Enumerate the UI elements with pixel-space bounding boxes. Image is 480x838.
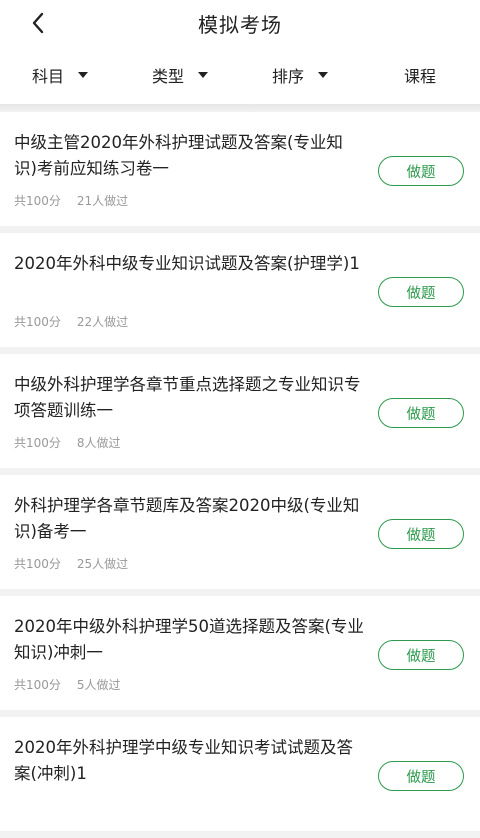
filter-course[interactable]: 课程 xyxy=(360,63,480,87)
do-exam-button[interactable]: 做题 xyxy=(378,156,464,186)
exam-title: 2020年外科中级专业知识试题及答案(护理学)1 xyxy=(14,254,360,273)
exam-card[interactable]: 2020年外科中级专业知识试题及答案(护理学)1 共100分 22人做过 做题 xyxy=(0,233,480,347)
do-exam-button[interactable]: 做题 xyxy=(378,398,464,428)
do-exam-button[interactable]: 做题 xyxy=(378,761,464,791)
do-exam-button[interactable]: 做题 xyxy=(378,277,464,307)
do-exam-button[interactable]: 做题 xyxy=(378,640,464,670)
exam-title: 2020年中级外科护理学50道选择题及答案(专业知识)冲刺一 xyxy=(14,617,364,662)
exam-card[interactable]: 2020年中级外科护理学50道选择题及答案(专业知识)冲刺一 共100分 5人做过… xyxy=(0,596,480,710)
exam-total: 共100分 xyxy=(14,194,61,208)
exam-card[interactable]: 外科护理学各章节题库及答案2020中级(专业知识)备考一 共100分 25人做过 … xyxy=(0,475,480,589)
do-exam-button[interactable]: 做题 xyxy=(378,519,464,549)
exam-meta: 共100分 22人做过 xyxy=(14,313,128,330)
page-title: 模拟考场 xyxy=(198,13,282,37)
filter-label: 排序 xyxy=(271,67,304,86)
exam-meta: 共100分 5人做过 xyxy=(14,676,121,693)
filter-label: 科目 xyxy=(31,67,64,86)
exam-list: 中级主管2020年外科护理试题及答案(专业知识)考前应知练习卷一 共100分 21… xyxy=(0,112,480,838)
caret-down-icon xyxy=(198,72,208,78)
filter-subject[interactable]: 科目 xyxy=(0,63,120,87)
exam-total: 共100分 xyxy=(14,678,61,692)
exam-title: 中级外科护理学各章节重点选择题之专业知识专项答题训练一 xyxy=(14,375,361,420)
exam-title: 2020年外科护理学中级专业知识考试试题及答案(冲刺)1 xyxy=(14,738,353,783)
exam-card[interactable]: 2020年外科护理学中级专业知识考试试题及答案(冲刺)1 做题 xyxy=(0,717,480,831)
exam-done-count: 25人做过 xyxy=(76,557,129,571)
caret-down-icon xyxy=(78,72,88,78)
exam-card[interactable]: 中级主管2020年外科护理试题及答案(专业知识)考前应知练习卷一 共100分 21… xyxy=(0,112,480,226)
exam-done-count: 8人做过 xyxy=(76,436,121,450)
exam-meta: 共100分 25人做过 xyxy=(14,555,128,572)
exam-done-count: 21人做过 xyxy=(76,194,129,208)
exam-meta: 共100分 21人做过 xyxy=(14,192,128,209)
app-header: 模拟考场 xyxy=(0,0,480,46)
filter-label: 课程 xyxy=(403,67,436,86)
exam-done-count: 22人做过 xyxy=(76,315,129,329)
exam-total: 共100分 xyxy=(14,315,61,329)
divider xyxy=(0,104,480,112)
exam-meta: 共100分 8人做过 xyxy=(14,434,121,451)
filter-bar: 科目 类型 排序 课程 xyxy=(0,46,480,104)
exam-done-count: 5人做过 xyxy=(76,678,121,692)
exam-title: 中级主管2020年外科护理试题及答案(专业知识)考前应知练习卷一 xyxy=(14,133,343,178)
exam-total: 共100分 xyxy=(14,557,61,571)
filter-sort[interactable]: 排序 xyxy=(240,63,360,87)
caret-down-icon xyxy=(318,72,328,78)
filter-label: 类型 xyxy=(151,67,184,86)
exam-title: 外科护理学各章节题库及答案2020中级(专业知识)备考一 xyxy=(14,496,360,541)
exam-card[interactable]: 中级外科护理学各章节重点选择题之专业知识专项答题训练一 共100分 8人做过 做题 xyxy=(0,354,480,468)
filter-type[interactable]: 类型 xyxy=(120,63,240,87)
exam-total: 共100分 xyxy=(14,436,61,450)
exam-meta xyxy=(14,797,30,811)
